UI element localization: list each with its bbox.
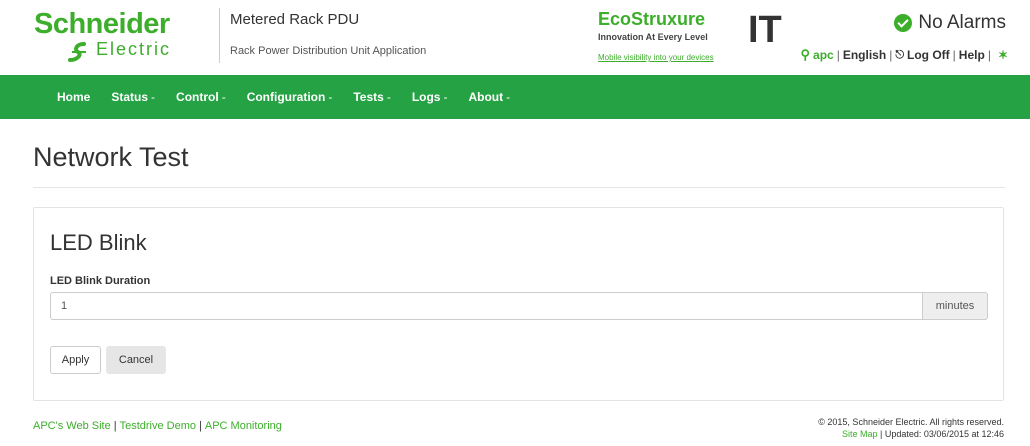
- caret-icon: -: [151, 90, 156, 104]
- nav-tests[interactable]: Tests -: [353, 90, 390, 104]
- main-nav: Home Status - Control - Configuration - Tes…: [0, 75, 1030, 119]
- led-blink-duration-input[interactable]: [50, 292, 922, 320]
- panel-heading: LED Blink: [50, 230, 147, 255]
- footer-info: © 2015, Schneider Electric. All rights r…: [818, 416, 1004, 440]
- cancel-button[interactable]: Cancel: [106, 346, 166, 374]
- nav-control[interactable]: Control -: [176, 90, 226, 104]
- caret-icon: -: [221, 90, 226, 104]
- title-divider: [33, 187, 1005, 188]
- nav-home[interactable]: Home: [57, 90, 90, 104]
- schneider-electric-logo[interactable]: Schneider Electric: [34, 8, 214, 68]
- logoff-icon: ⎋: [895, 48, 905, 61]
- separator: |: [889, 48, 893, 62]
- copyright-text: © 2015, Schneider Electric. All rights r…: [818, 417, 1004, 427]
- ecostruxure-tagline: Innovation At Every Level: [598, 32, 708, 42]
- separator: |: [952, 48, 956, 62]
- nav-logs[interactable]: Logs -: [412, 90, 448, 104]
- updated-text: Updated: 03/06/2015 at 12:46: [884, 429, 1004, 439]
- separator: |: [113, 420, 117, 432]
- ecostruxure-link[interactable]: Mobile visibility into your devices: [598, 53, 714, 62]
- user-links: ⚲ apc | English | ⎋ Log Off | Help | ✶: [801, 47, 1009, 63]
- header-divider: [219, 8, 220, 63]
- site-map-link[interactable]: Site Map: [842, 429, 878, 439]
- led-blink-duration-group: minutes: [50, 292, 988, 320]
- separator: |: [199, 420, 202, 432]
- logoff-link[interactable]: Log Off: [907, 48, 950, 62]
- caret-icon: -: [506, 90, 511, 104]
- pin-icon[interactable]: ✶: [998, 48, 1008, 62]
- alarm-status-text: No Alarms: [918, 12, 1006, 33]
- brand-name: Schneider: [34, 8, 170, 40]
- separator: |: [987, 48, 991, 62]
- ecostruxure-banner[interactable]: EcoStruxure Innovation At Every Level Mo…: [598, 9, 782, 64]
- footer-link-apc-site[interactable]: APC's Web Site: [33, 420, 111, 432]
- nav-configuration[interactable]: Configuration -: [247, 90, 333, 104]
- footer-links: APC's Web Site | Testdrive Demo | APC Mo…: [33, 420, 282, 432]
- schneider-mark-icon: [68, 42, 86, 62]
- app-title: Metered Rack PDU: [230, 11, 360, 28]
- footer-meta: Site Map | Updated: 03/06/2015 at 12:46: [818, 428, 1004, 440]
- duration-unit: minutes: [922, 292, 988, 320]
- user-icon: ⚲: [800, 47, 811, 62]
- check-circle-icon: [894, 14, 913, 32]
- nav-status[interactable]: Status -: [111, 90, 155, 104]
- caret-icon: -: [328, 90, 333, 104]
- alarm-status[interactable]: No Alarms: [894, 12, 1006, 34]
- separator: |: [836, 48, 840, 62]
- led-blink-panel: LED Blink LED Blink Duration minutes App…: [33, 207, 1004, 401]
- ecostruxure-logo: EcoStruxure: [598, 9, 706, 29]
- app-subtitle: Rack Power Distribution Unit Application: [230, 45, 427, 57]
- caret-icon: -: [386, 90, 391, 104]
- page-title: Network Test: [33, 142, 189, 172]
- brand-subname: Electric: [96, 39, 172, 59]
- help-link[interactable]: Help: [959, 48, 985, 62]
- footer-link-testdrive[interactable]: Testdrive Demo: [120, 420, 196, 432]
- nav-about[interactable]: About -: [468, 90, 510, 104]
- ecostruxure-it-mark: IT: [748, 9, 782, 51]
- apply-button[interactable]: Apply: [50, 346, 101, 374]
- language-link[interactable]: English: [843, 48, 886, 62]
- led-blink-duration-label: LED Blink Duration: [50, 275, 151, 287]
- user-name-link[interactable]: apc: [813, 48, 834, 62]
- caret-icon: -: [443, 90, 448, 104]
- footer-link-monitoring[interactable]: APC Monitoring: [205, 420, 282, 432]
- header: Schneider Electric Metered Rack PDU Rack…: [0, 0, 1030, 75]
